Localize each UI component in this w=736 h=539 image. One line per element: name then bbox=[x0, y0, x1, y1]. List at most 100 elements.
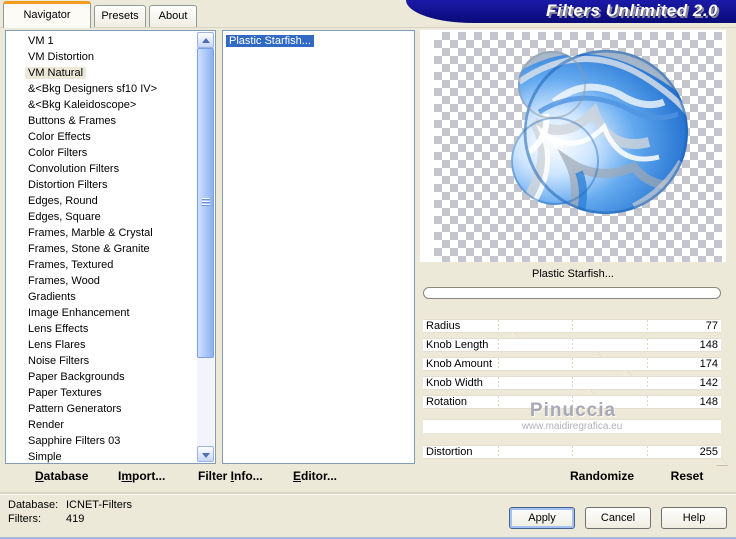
category-item-label: VM Distortion bbox=[28, 51, 95, 63]
apply-button[interactable]: Apply bbox=[509, 507, 575, 529]
transparency-checkerboard bbox=[434, 32, 722, 262]
status-filters-label: Filters: bbox=[8, 513, 41, 525]
category-item[interactable]: Lens Flares bbox=[6, 337, 197, 353]
category-item[interactable]: Image Enhancement bbox=[6, 305, 197, 321]
category-item-label: VM 1 bbox=[28, 35, 54, 47]
category-item[interactable]: Color Filters bbox=[6, 145, 197, 161]
category-listbox: VM 1 VM Distortion VM Natural &<Bkg Designe… bbox=[5, 30, 216, 464]
category-item[interactable]: Noise Filters bbox=[6, 353, 197, 369]
slider-track[interactable] bbox=[423, 457, 727, 465]
window-title: Filters Unlimited 2.0 bbox=[545, 1, 718, 20]
slider-tick bbox=[572, 358, 573, 370]
slider-distortion-slot: Distortion 255 bbox=[423, 445, 727, 465]
slider-tick bbox=[497, 446, 499, 458]
category-item[interactable]: Render bbox=[6, 417, 197, 433]
tab-navigator[interactable]: Navigator bbox=[3, 1, 91, 28]
status-database-label: Database: bbox=[8, 499, 59, 511]
category-item-label: Edges, Square bbox=[28, 211, 101, 223]
randomize-button[interactable]: Randomize bbox=[547, 469, 657, 483]
category-scrollbar[interactable] bbox=[197, 32, 214, 462]
category-item[interactable]: Pattern Generators bbox=[6, 401, 197, 417]
slider-tick bbox=[497, 320, 499, 332]
thumb-grip bbox=[202, 199, 210, 200]
slider-tick bbox=[572, 320, 573, 332]
category-item[interactable]: Convolution Filters bbox=[6, 161, 197, 177]
scroll-up-icon[interactable] bbox=[197, 32, 214, 48]
category-item[interactable]: Edges, Round bbox=[6, 193, 197, 209]
category-item-label: Render bbox=[28, 419, 65, 431]
scroll-down-icon[interactable] bbox=[197, 446, 214, 462]
category-item-label: Gradients bbox=[28, 291, 76, 303]
selected-filter-name: Plastic Starfish... bbox=[532, 268, 614, 280]
category-item[interactable]: VM Distortion bbox=[6, 49, 197, 65]
database-button[interactable]: Database bbox=[35, 469, 88, 483]
category-item[interactable]: Frames, Stone & Granite bbox=[6, 241, 197, 257]
category-item[interactable]: VM Natural bbox=[6, 65, 197, 81]
category-item[interactable]: Lens Effects bbox=[6, 321, 197, 337]
slider-tick bbox=[497, 358, 499, 370]
help-button[interactable]: Help bbox=[661, 507, 727, 529]
category-item-label: Frames, Marble & Crystal bbox=[28, 227, 153, 239]
category-item-label: Color Effects bbox=[28, 131, 91, 143]
panel-actions: Randomize Reset bbox=[419, 469, 727, 487]
filter-item[interactable]: Plastic Starfish... bbox=[226, 34, 411, 49]
slider-tick bbox=[646, 320, 648, 332]
category-item-label: Paper Textures bbox=[28, 387, 102, 399]
category-item-label: Noise Filters bbox=[28, 355, 90, 367]
category-item-label: Convolution Filters bbox=[28, 163, 120, 175]
watermark-name: Pinuccia bbox=[529, 400, 617, 421]
category-item[interactable]: &<Bkg Kaleidoscope> bbox=[6, 97, 197, 113]
category-item[interactable]: Simple bbox=[6, 449, 197, 463]
category-item-label: Color Filters bbox=[28, 147, 88, 159]
category-item[interactable]: Gradients bbox=[6, 289, 197, 305]
category-item[interactable]: Buttons & Frames bbox=[6, 113, 197, 129]
category-item-label: &<Bkg Designers sf10 IV> bbox=[28, 83, 158, 95]
cancel-button[interactable]: Cancel bbox=[585, 507, 651, 529]
category-item-label: Paper Backgrounds bbox=[28, 371, 125, 383]
slider-label: Distortion bbox=[426, 446, 473, 458]
progress-bar bbox=[423, 287, 721, 299]
filter-info-button[interactable]: Filter Info... bbox=[198, 469, 263, 483]
category-item[interactable]: Paper Backgrounds bbox=[6, 369, 197, 385]
slider-thumb[interactable] bbox=[715, 457, 727, 465]
slider-row-knob-length: Knob Length 148 bbox=[423, 338, 721, 352]
category-item[interactable]: Color Effects bbox=[6, 129, 197, 145]
category-item-label: Lens Effects bbox=[28, 323, 89, 335]
slider-row-distortion: Distortion 255 bbox=[423, 445, 721, 459]
filter-list: Plastic Starfish... bbox=[226, 34, 411, 460]
category-list: VM 1 VM Distortion VM Natural &<Bkg Designe… bbox=[6, 33, 197, 463]
category-item[interactable]: &<Bkg Designers sf10 IV> bbox=[6, 81, 197, 97]
tabstrip-baseline bbox=[0, 27, 736, 28]
status-database-value: ICNET-Filters bbox=[66, 499, 132, 511]
category-item[interactable]: Edges, Square bbox=[6, 209, 197, 225]
import-button[interactable]: Import... bbox=[118, 469, 165, 483]
tab-presets[interactable]: Presets bbox=[94, 5, 146, 28]
category-item[interactable]: Sapphire Filters 03 bbox=[6, 433, 197, 449]
category-item[interactable]: Frames, Wood bbox=[6, 273, 197, 289]
slider-tick bbox=[646, 377, 648, 389]
category-item[interactable]: Frames, Marble & Crystal bbox=[6, 225, 197, 241]
slider-value: 77 bbox=[705, 320, 718, 332]
category-item-label: Lens Flares bbox=[28, 339, 86, 351]
tab-about[interactable]: About bbox=[149, 5, 197, 28]
category-item-label: Buttons & Frames bbox=[28, 115, 117, 127]
reset-button[interactable]: Reset bbox=[657, 469, 717, 483]
preview-area bbox=[419, 29, 727, 263]
editor-button[interactable]: Editor... bbox=[293, 469, 337, 483]
category-item[interactable]: Frames, Textured bbox=[6, 257, 197, 273]
slider-label: Knob Amount bbox=[426, 358, 493, 370]
slider-tick bbox=[646, 446, 648, 458]
slider-value: 142 bbox=[699, 377, 718, 389]
category-item-label: Distortion Filters bbox=[28, 179, 108, 191]
category-item[interactable]: Distortion Filters bbox=[6, 177, 197, 193]
status-filters-value: 419 bbox=[66, 513, 85, 525]
filter-item-label: Plastic Starfish... bbox=[226, 35, 314, 47]
slider-row-radius: Radius 77 bbox=[423, 319, 721, 333]
category-item[interactable]: VM 1 bbox=[6, 33, 197, 49]
slider-tick bbox=[572, 446, 573, 458]
slider-row-knob-amount: Knob Amount 174 bbox=[423, 357, 721, 371]
slider-tick bbox=[646, 339, 648, 351]
slider-value: 174 bbox=[699, 358, 718, 370]
scrollbar-thumb[interactable] bbox=[197, 48, 214, 358]
category-item[interactable]: Paper Textures bbox=[6, 385, 197, 401]
